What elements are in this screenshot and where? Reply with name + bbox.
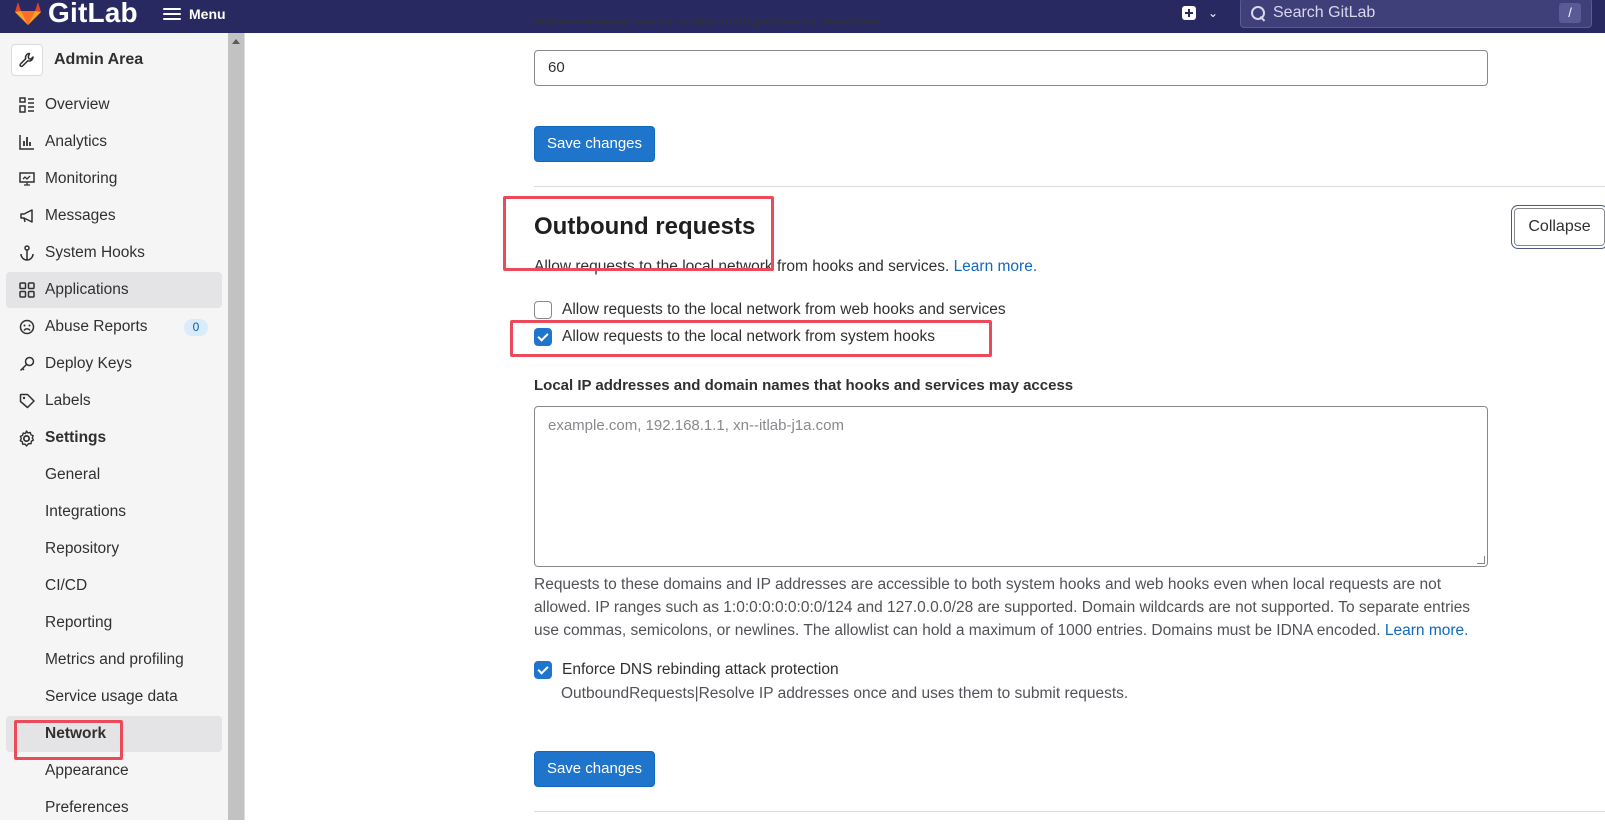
section-description: Allow requests to the local network from… (534, 258, 1037, 276)
menu-label: Menu (189, 6, 226, 22)
settings-item-network[interactable]: Network (6, 716, 222, 752)
sidebar-item-label: Abuse Reports (45, 318, 148, 335)
sidebar-item-label: Deploy Keys (45, 355, 133, 372)
search-input[interactable] (1273, 4, 1563, 22)
monitoring-icon (18, 171, 35, 188)
plus-square-icon (1182, 6, 1196, 20)
collapse-button[interactable]: Collapse (1514, 208, 1605, 246)
sidebar-item-messages[interactable]: Messages (6, 198, 222, 234)
checkbox-label: Allow requests to the local network from… (562, 328, 936, 345)
save-changes-button-top[interactable]: Save changes (534, 126, 655, 162)
gitlab-logo[interactable]: GitLab (14, 0, 138, 28)
sidebar-item-label: Overview (45, 96, 110, 113)
sidebar-item-applications[interactable]: Applications (6, 272, 222, 308)
settings-item-cicd[interactable]: CI/CD (6, 568, 222, 604)
dns-rebinding-checkbox[interactable] (534, 661, 552, 679)
analytics-icon (18, 134, 35, 151)
system-hooks-local-network-row[interactable]: Allow requests to the local network from… (534, 328, 935, 346)
sidebar-item-deploy-keys[interactable]: Deploy Keys (6, 346, 222, 382)
resize-handle-icon[interactable] (1477, 556, 1485, 564)
tanuki-icon (15, 2, 41, 25)
allowlist-help-text: Requests to these domains and IP address… (534, 576, 1471, 639)
allowlist-help: Requests to these domains and IP address… (534, 573, 1494, 642)
save-changes-button-bottom[interactable]: Save changes (534, 751, 655, 787)
system-hooks-local-network-checkbox[interactable] (534, 328, 552, 346)
lfs-rate-limit-period-input[interactable]: 60 (534, 50, 1488, 86)
allowlist-textarea[interactable]: example.com, 192.168.1.1, xn--itlab-j1a.… (534, 406, 1488, 567)
sidebar-item-label: System Hooks (45, 244, 145, 261)
sidebar-item-overview[interactable]: Overview (6, 87, 222, 123)
prev-field-label: Authenticated Git LFS rate limit period … (534, 20, 879, 28)
settings-item-metrics[interactable]: Metrics and profiling (6, 642, 222, 678)
sidebar-item-label: Settings (45, 429, 107, 446)
wrench-icon (11, 44, 43, 76)
sidebar-item-labels[interactable]: Labels (6, 383, 222, 419)
dns-rebinding-row[interactable]: Enforce DNS rebinding attack protection (534, 661, 839, 679)
applications-icon (18, 282, 35, 299)
abuse-icon (18, 319, 35, 336)
section-title: Outbound requests (534, 213, 756, 240)
allowlist-placeholder: example.com, 192.168.1.1, xn--itlab-j1a.… (548, 417, 844, 434)
key-icon (18, 356, 35, 373)
hamburger-icon (163, 7, 181, 21)
settings-item-general[interactable]: General (6, 457, 222, 493)
overview-icon (18, 97, 35, 114)
section-divider (534, 186, 1605, 187)
menu-button[interactable]: Menu (163, 3, 226, 25)
sidebar-item-abuse-reports[interactable]: Abuse Reports 0 (6, 309, 222, 345)
abuse-count-badge: 0 (184, 319, 208, 336)
webhooks-local-network-checkbox[interactable] (534, 301, 552, 319)
settings-item-service-usage[interactable]: Service usage data (6, 679, 222, 715)
sidebar-item-settings[interactable]: Settings (6, 420, 222, 456)
anchor-icon (18, 245, 35, 262)
checkbox-label: Allow requests to the local network from… (562, 301, 1006, 318)
settings-item-preferences[interactable]: Preferences (6, 790, 222, 826)
checkbox-label: Enforce DNS rebinding attack protection (562, 661, 839, 678)
search-shortcut: / (1559, 3, 1581, 23)
allowlist-label: Local IP addresses and domain names that… (534, 377, 1074, 394)
search-box[interactable]: / (1240, 0, 1592, 28)
settings-icon (18, 429, 35, 447)
sidebar-item-label: Labels (45, 392, 91, 409)
settings-item-repository[interactable]: Repository (6, 531, 222, 567)
sidebar-item-label: Applications (45, 281, 129, 298)
chevron-down-icon: ⌄ (1208, 6, 1219, 20)
search-icon (1251, 6, 1265, 20)
sidebar-scrollbar[interactable] (228, 33, 244, 820)
sidebar-item-analytics[interactable]: Analytics (6, 124, 222, 160)
allowlist-learn-more-link[interactable]: Learn more. (1385, 622, 1469, 639)
section-description-text: Allow requests to the local network from… (534, 258, 950, 275)
section-divider-bottom (534, 811, 1605, 812)
sidebar-item-label: Messages (45, 207, 116, 224)
sidebar-item-label: Analytics (45, 133, 108, 150)
settings-item-reporting[interactable]: Reporting (6, 605, 222, 641)
brand-name: GitLab (48, 0, 138, 28)
label-icon (18, 393, 35, 410)
sidebar-item-system-hooks[interactable]: System Hooks (6, 235, 222, 271)
sidebar-item-label: Monitoring (45, 170, 118, 187)
messages-icon (18, 208, 35, 225)
new-dropdown-button[interactable]: ⌄ (1182, 3, 1222, 23)
webhooks-local-network-row[interactable]: Allow requests to the local network from… (534, 301, 1006, 319)
learn-more-link[interactable]: Learn more. (954, 258, 1038, 275)
sidebar-header[interactable]: Admin Area (11, 44, 143, 76)
scroll-up-arrow-icon[interactable] (232, 39, 240, 44)
settings-item-integrations[interactable]: Integrations (6, 494, 222, 530)
sidebar-title: Admin Area (54, 51, 144, 68)
settings-item-appearance[interactable]: Appearance (6, 753, 222, 789)
dns-rebinding-help: OutboundRequests|Resolve IP addresses on… (561, 685, 1129, 702)
sidebar-item-monitoring[interactable]: Monitoring (6, 161, 222, 197)
